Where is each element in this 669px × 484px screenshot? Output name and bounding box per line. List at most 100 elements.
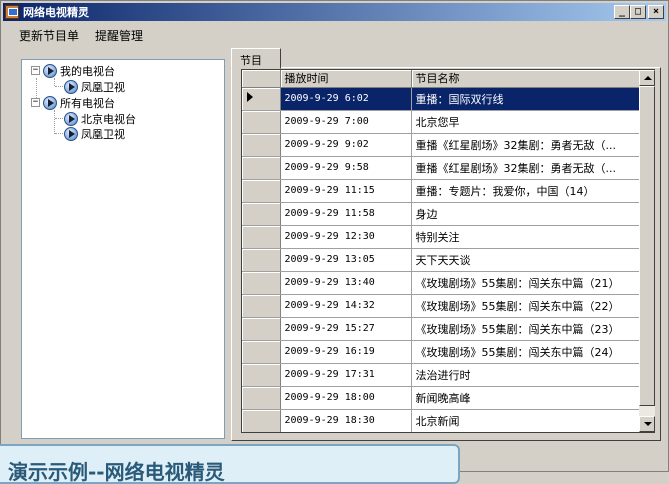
cell-broadcast-time[interactable]: 2009-9-29 7:00 <box>280 110 412 134</box>
play-icon <box>43 95 57 110</box>
cell-program-name[interactable]: 《玫瑰剧场》55集剧：闯关东中篇（21） <box>411 271 641 295</box>
row-header[interactable] <box>242 179 281 203</box>
cell-broadcast-time[interactable]: 2009-9-29 13:05 <box>280 248 412 272</box>
scroll-down-button[interactable] <box>639 416 655 432</box>
grid-corner[interactable] <box>242 70 281 88</box>
cell-program-name[interactable]: 法治进行时 <box>411 363 641 387</box>
collapse-toggle[interactable]: − <box>31 98 40 107</box>
main-window: 网络电视精灵 _ □ × 更新节目单 提醒管理 − 我的电视台 凤凰卫视 − 所… <box>0 0 669 472</box>
table-row[interactable]: 2009-9-29 6:02 重播：国际双行线 <box>242 87 641 111</box>
program-grid[interactable]: 播放时间 节目名称 2009-9-29 6:02 重播：国际双行线 2009-9-2… <box>241 69 655 433</box>
tree-node-label: 北京电视台 <box>81 112 136 126</box>
cell-program-name[interactable]: 北京新闻 <box>411 409 641 432</box>
cell-broadcast-time[interactable]: 2009-9-29 17:31 <box>280 363 412 387</box>
tree-node-my-channels[interactable]: − 我的电视台 <box>31 63 115 78</box>
table-row[interactable]: 2009-9-29 12:30 特别关注 <box>242 225 641 249</box>
row-header[interactable] <box>242 110 281 134</box>
cell-broadcast-time[interactable]: 2009-9-29 13:40 <box>280 271 412 295</box>
table-row[interactable]: 2009-9-29 14:32 《玫瑰剧场》55集剧：闯关东中篇（22） <box>242 294 641 318</box>
column-header-name[interactable]: 节目名称 <box>411 70 641 88</box>
cell-program-name[interactable]: 《玫瑰剧场》55集剧：闯关东中篇（24） <box>411 340 641 364</box>
row-header[interactable] <box>242 87 281 111</box>
table-row[interactable]: 2009-9-29 18:30 北京新闻 <box>242 409 641 432</box>
cell-program-name[interactable]: 天下天天谈 <box>411 248 641 272</box>
cell-broadcast-time[interactable]: 2009-9-29 12:30 <box>280 225 412 249</box>
cell-program-name[interactable]: 新闻晚高峰 <box>411 386 641 410</box>
minimize-button[interactable]: _ <box>614 5 630 19</box>
cell-broadcast-time[interactable]: 2009-9-29 9:02 <box>280 133 412 157</box>
scroll-up-button[interactable] <box>639 70 655 86</box>
table-row[interactable]: 2009-9-29 17:31 法治进行时 <box>242 363 641 387</box>
arrow-up-icon <box>644 76 652 80</box>
scroll-thumb[interactable] <box>639 86 655 406</box>
play-icon <box>64 79 78 94</box>
menu-reminder-management[interactable]: 提醒管理 <box>95 27 143 44</box>
row-header[interactable] <box>242 156 281 180</box>
table-row[interactable]: 2009-9-29 18:00 新闻晚高峰 <box>242 386 641 410</box>
table-row[interactable]: 2009-9-29 15:27 《玫瑰剧场》55集剧：闯关东中篇（23） <box>242 317 641 341</box>
current-row-arrow-icon <box>247 92 253 102</box>
row-header[interactable] <box>242 294 281 318</box>
cell-program-name[interactable]: 重播《红星剧场》32集剧：勇者无敌（... <box>411 133 641 157</box>
cell-program-name[interactable]: 重播：国际双行线 <box>411 87 641 111</box>
table-row[interactable]: 2009-9-29 9:02 重播《红星剧场》32集剧：勇者无敌（... <box>242 133 641 157</box>
window-title: 网络电视精灵 <box>23 6 89 19</box>
tree-connector <box>54 78 55 86</box>
cell-broadcast-time[interactable]: 2009-9-29 18:30 <box>280 409 412 432</box>
table-row[interactable]: 2009-9-29 13:05 天下天天谈 <box>242 248 641 272</box>
cell-program-name[interactable]: 《玫瑰剧场》55集剧：闯关东中篇（22） <box>411 294 641 318</box>
cell-broadcast-time[interactable]: 2009-9-29 6:02 <box>280 87 412 111</box>
maximize-button[interactable]: □ <box>630 5 646 19</box>
cell-program-name[interactable]: 身边 <box>411 202 641 226</box>
row-header[interactable] <box>242 317 281 341</box>
tab-programs[interactable]: 节目 <box>231 48 281 69</box>
tree-node-all-channels[interactable]: − 所有电视台 <box>31 95 115 110</box>
row-header[interactable] <box>242 202 281 226</box>
row-header[interactable] <box>242 248 281 272</box>
row-header[interactable] <box>242 363 281 387</box>
cell-program-name[interactable]: 特别关注 <box>411 225 641 249</box>
cell-program-name[interactable]: 重播：专题片：我爱你，中国（14） <box>411 179 641 203</box>
tree-node-phoenix-tv[interactable]: 凤凰卫视 <box>64 79 125 94</box>
tree-connector <box>54 110 55 134</box>
cell-broadcast-time[interactable]: 2009-9-29 18:00 <box>280 386 412 410</box>
table-row[interactable]: 2009-9-29 7:00 北京您早 <box>242 110 641 134</box>
play-icon <box>64 111 78 126</box>
collapse-toggle[interactable]: − <box>31 66 40 75</box>
app-icon <box>5 5 19 19</box>
row-header[interactable] <box>242 409 281 432</box>
caption-buttons: _ □ × <box>614 5 664 19</box>
row-header[interactable] <box>242 133 281 157</box>
menu-update-schedule[interactable]: 更新节目单 <box>19 27 79 44</box>
cell-program-name[interactable]: 《玫瑰剧场》55集剧：闯关东中篇（23） <box>411 317 641 341</box>
cell-broadcast-time[interactable]: 2009-9-29 9:58 <box>280 156 412 180</box>
menu-bar: 更新节目单 提醒管理 <box>3 22 666 48</box>
title-bar[interactable]: 网络电视精灵 _ □ × <box>3 3 666 21</box>
table-row[interactable]: 2009-9-29 11:15 重播：专题片：我爱你，中国（14） <box>242 179 641 203</box>
table-row[interactable]: 2009-9-29 9:58 重播《红星剧场》32集剧：勇者无敌（... <box>242 156 641 180</box>
cell-broadcast-time[interactable]: 2009-9-29 11:58 <box>280 202 412 226</box>
cell-broadcast-time[interactable]: 2009-9-29 15:27 <box>280 317 412 341</box>
row-header[interactable] <box>242 271 281 295</box>
cell-broadcast-time[interactable]: 2009-9-29 14:32 <box>280 294 412 318</box>
tree-node-beijing-tv[interactable]: 北京电视台 <box>64 111 136 126</box>
cell-program-name[interactable]: 重播《红星剧场》32集剧：勇者无敌（... <box>411 156 641 180</box>
play-icon <box>64 126 78 141</box>
table-row[interactable]: 2009-9-29 11:58 身边 <box>242 202 641 226</box>
tree-node-phoenix-tv[interactable]: 凤凰卫视 <box>64 126 125 141</box>
table-row[interactable]: 2009-9-29 16:19 《玫瑰剧场》55集剧：闯关东中篇（24） <box>242 340 641 364</box>
demo-caption: 演示示例--网络电视精灵 <box>0 444 460 484</box>
row-header[interactable] <box>242 225 281 249</box>
cell-broadcast-time[interactable]: 2009-9-29 11:15 <box>280 179 412 203</box>
row-header[interactable] <box>242 386 281 410</box>
cell-broadcast-time[interactable]: 2009-9-29 16:19 <box>280 340 412 364</box>
table-row[interactable]: 2009-9-29 13:40 《玫瑰剧场》55集剧：闯关东中篇（21） <box>242 271 641 295</box>
grid-header-row: 播放时间 节目名称 <box>242 70 641 88</box>
close-button[interactable]: × <box>648 5 664 19</box>
cell-program-name[interactable]: 北京您早 <box>411 110 641 134</box>
vertical-scrollbar[interactable] <box>639 70 655 432</box>
channel-tree[interactable]: − 我的电视台 凤凰卫视 − 所有电视台 北京电视台 凤凰卫视 <box>21 59 225 439</box>
column-header-time[interactable]: 播放时间 <box>280 70 412 88</box>
row-header[interactable] <box>242 340 281 364</box>
tree-node-label: 所有电视台 <box>60 96 115 110</box>
